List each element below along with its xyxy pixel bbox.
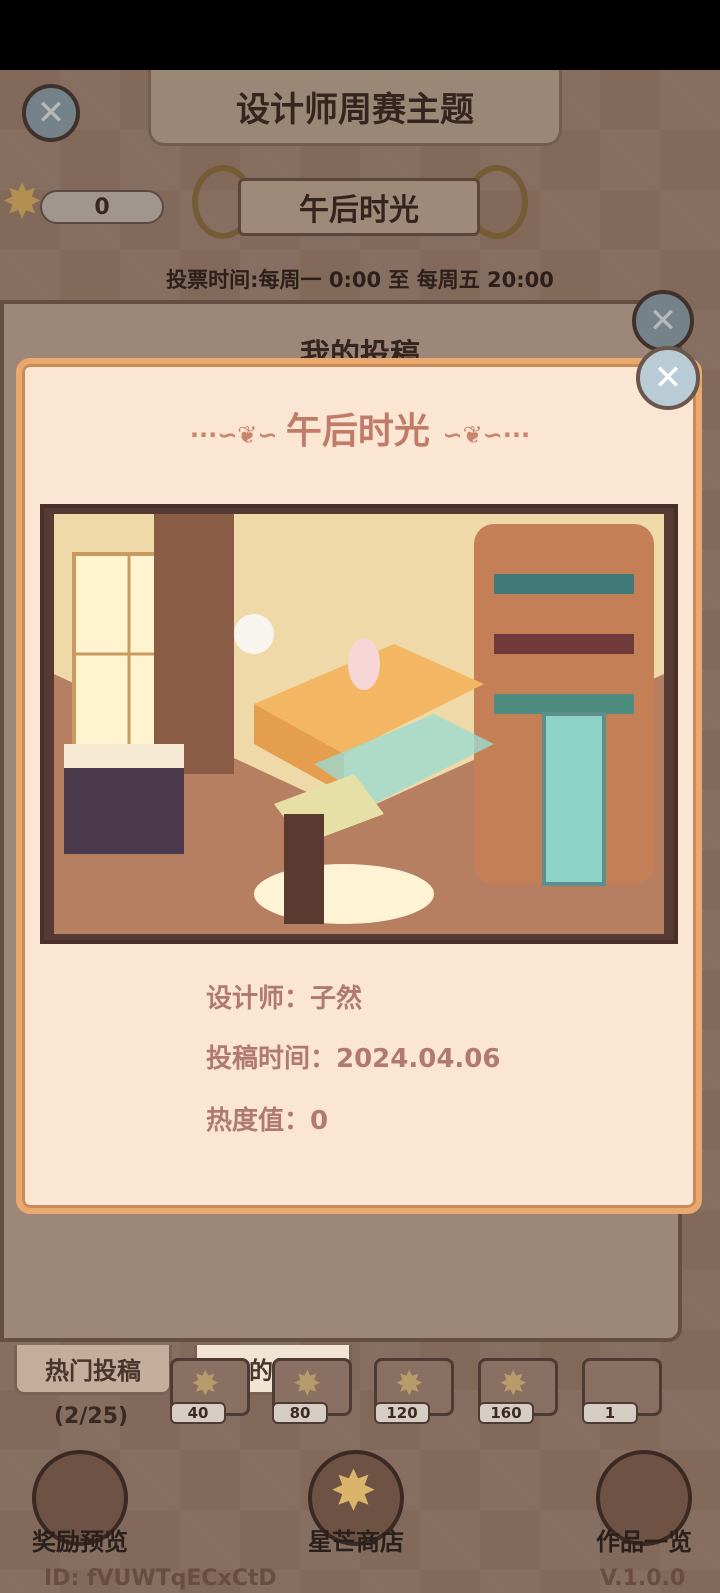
star-icon: ✸ xyxy=(293,1364,322,1404)
submit-time-info: 投稿时间：2024.04.06 xyxy=(206,1044,501,1074)
star-icon: ✸ xyxy=(191,1364,220,1404)
star-icon: ✸ xyxy=(330,1459,377,1524)
reward-threshold: 1 xyxy=(582,1402,638,1424)
reward-threshold: 80 xyxy=(272,1402,328,1424)
works-label: 作品一览 xyxy=(596,1528,692,1556)
version-label: V.1.0.0 xyxy=(600,1566,686,1591)
reward-threshold: 120 xyxy=(374,1402,430,1424)
star-icon: ✸ xyxy=(395,1364,424,1404)
close-x-icon: ✕ xyxy=(653,358,683,398)
modal-title: ···∽❦∽ 午后时光 ∽❦∽··· xyxy=(0,402,720,454)
reward-preview-label: 奖励预览 xyxy=(32,1528,128,1556)
room-illustration[interactable] xyxy=(54,514,664,934)
designer-info: 设计师：子然 xyxy=(206,984,363,1014)
star-icon: ✸ xyxy=(499,1364,528,1404)
user-id: ID: fVUWTqECxCtD xyxy=(44,1566,277,1591)
reward-threshold: 160 xyxy=(478,1402,534,1424)
modal-close-button[interactable]: ✕ xyxy=(636,346,700,410)
status-bar xyxy=(0,0,720,70)
flourish-left-icon: ···∽❦∽ xyxy=(189,421,286,449)
tab-hot-submissions[interactable]: 热门投稿 xyxy=(14,1345,172,1395)
submission-count: (2/25) xyxy=(54,1404,129,1429)
flourish-right-icon: ∽❦∽··· xyxy=(442,421,531,449)
heat-info: 热度值：0 xyxy=(206,1106,329,1136)
modal-title-text: 午后时光 xyxy=(285,411,430,452)
star-shop-label: 星芒商店 xyxy=(308,1528,404,1556)
reward-threshold: 40 xyxy=(170,1402,226,1424)
